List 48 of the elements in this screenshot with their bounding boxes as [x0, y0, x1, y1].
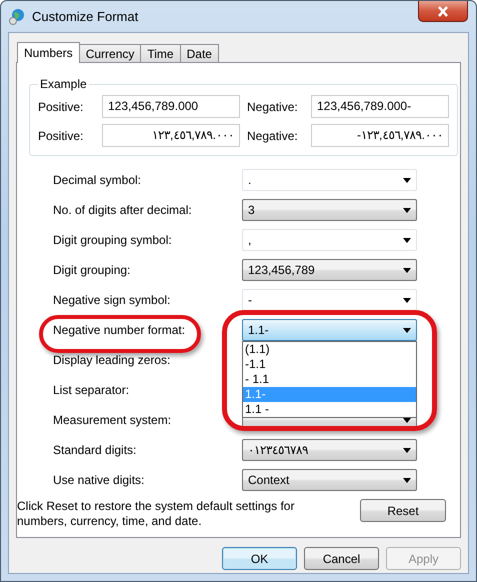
caret-icon [403, 328, 411, 332]
example-field: -١٢٣,٤٥٦,٧٨٩.٠٠٠ [311, 124, 449, 147]
dialog-button[interactable]: Cancel [304, 547, 379, 570]
field-label: Positive: [38, 128, 84, 142]
setting-label: Negative sign symbol: [53, 293, 172, 307]
dropdown[interactable]: ٠١٢٣٤٥٦٧٨٩ [242, 439, 417, 461]
caret-icon [403, 478, 411, 482]
caret-icon [403, 208, 411, 212]
field-label: Positive: [38, 100, 84, 114]
setting-label: No. of digits after decimal: [53, 203, 193, 217]
close-button[interactable] [418, 1, 468, 22]
close-icon [437, 6, 449, 16]
caret-icon [403, 298, 411, 302]
dropdown[interactable]: 3 [242, 199, 417, 221]
setting-label: Digit grouping: [53, 263, 132, 277]
caret-icon [403, 268, 411, 272]
setting-label: Standard digits: [53, 443, 138, 457]
reset-button[interactable]: Reset [360, 499, 446, 522]
dialog-button[interactable]: OK [222, 547, 297, 570]
example-field: 123,456,789.000 [102, 95, 240, 118]
example-field: 123,456,789.000- [311, 95, 449, 118]
setting-label: Use native digits: [53, 473, 146, 487]
field-label: Negative: [247, 100, 299, 114]
window-title: Customize Format [32, 9, 138, 24]
dropdown[interactable]: . [242, 169, 417, 191]
caret-icon [403, 448, 411, 452]
setting-label: Display leading zeros: [53, 353, 172, 367]
dropdown[interactable]: , [242, 229, 417, 251]
tab[interactable]: Currency [78, 44, 142, 62]
caret-icon [403, 178, 411, 182]
example-field: ١٢٣,٤٥٦,٧٨٩.٠٠٠ [102, 124, 240, 147]
dropdown[interactable]: 1.1- [242, 319, 417, 341]
caret-icon [403, 238, 411, 242]
tab[interactable]: Time [140, 44, 181, 62]
dropdown[interactable]: 123,456,789 [242, 259, 417, 281]
dropdown[interactable]: - [242, 289, 417, 311]
setting-label: Decimal symbol: [53, 173, 142, 187]
dropdown[interactable]: Context [242, 469, 417, 491]
setting-label: List separator: [53, 383, 130, 397]
setting-label: Negative number format: [53, 323, 242, 337]
reset-note: Click Reset to restore the system default settings for numbers, currency, time, and date. [17, 499, 296, 529]
group-title: Example [39, 77, 88, 91]
globe-icon [9, 8, 26, 25]
tab[interactable]: Numbers [17, 42, 80, 63]
setting-label: Measurement system: [53, 413, 172, 427]
tab[interactable]: Date [180, 44, 219, 62]
setting-label: Digit grouping symbol: [53, 233, 173, 247]
field-label: Negative: [247, 128, 299, 142]
